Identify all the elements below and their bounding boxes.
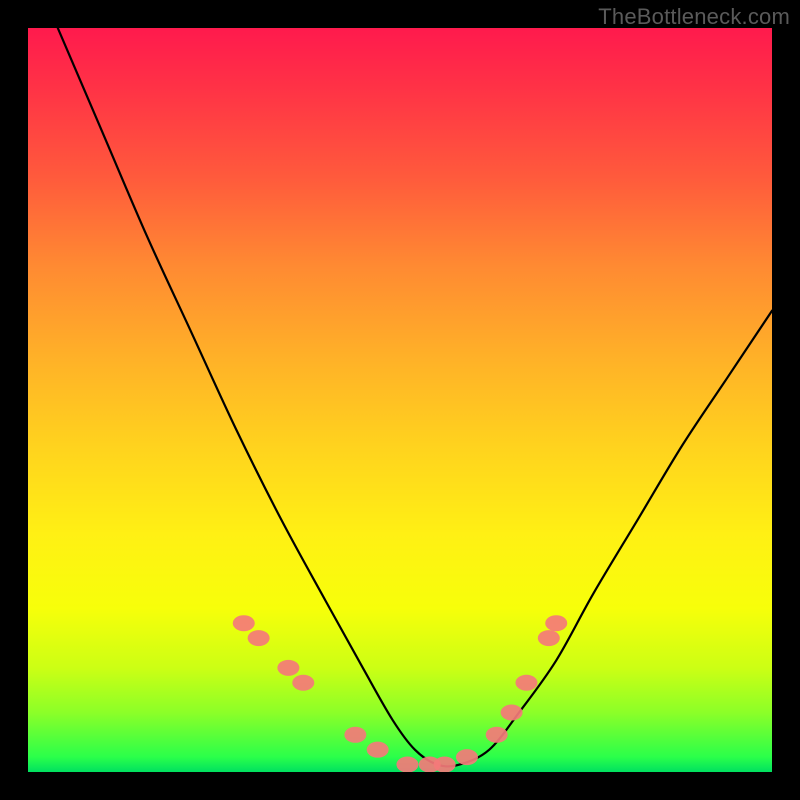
marker-dot — [292, 675, 314, 691]
attribution-label: TheBottleneck.com — [598, 4, 790, 30]
chart-svg — [28, 28, 772, 772]
marker-dot — [248, 630, 270, 646]
marker-dot — [233, 615, 255, 631]
marker-dot — [538, 630, 560, 646]
chart-frame: TheBottleneck.com — [0, 0, 800, 800]
marker-dot — [515, 675, 537, 691]
marker-dot — [486, 727, 508, 743]
marker-group — [233, 615, 567, 772]
marker-dot — [344, 727, 366, 743]
marker-dot — [396, 757, 418, 772]
marker-dot — [277, 660, 299, 676]
marker-dot — [367, 742, 389, 758]
marker-dot — [434, 757, 456, 772]
curve-path — [58, 28, 772, 766]
marker-dot — [501, 704, 523, 720]
marker-dot — [545, 615, 567, 631]
marker-dot — [456, 749, 478, 765]
plot-area — [28, 28, 772, 772]
